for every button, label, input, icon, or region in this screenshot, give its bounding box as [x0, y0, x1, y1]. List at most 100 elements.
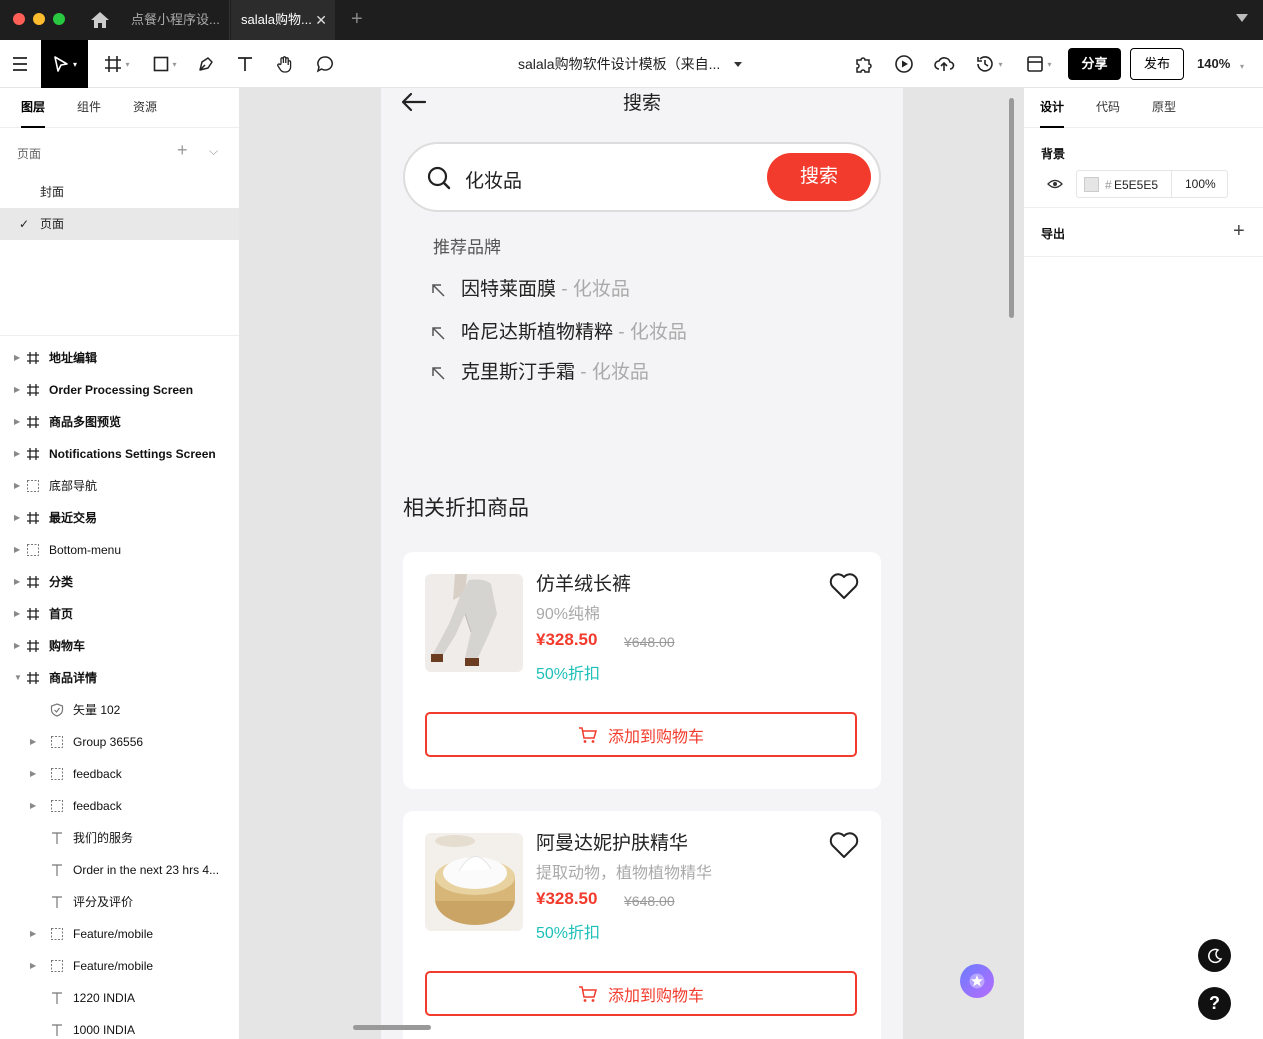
add-to-cart-button[interactable]: 添加到购物车 [425, 712, 857, 757]
recommendation-item[interactable]: 哈尼达斯植物精粹 - 化妆品 [431, 317, 687, 344]
caret-right-icon[interactable]: ▶ [30, 918, 36, 950]
product-image-cream[interactable] [425, 833, 523, 931]
tab-design[interactable]: 设计 [1040, 88, 1065, 128]
caret-right-icon[interactable]: ▶ [14, 534, 20, 566]
move-tool-button[interactable]: ▾ [41, 40, 88, 88]
layer-row[interactable]: ▶ Bottom-menu [0, 534, 239, 566]
caret-right-icon[interactable]: ▶ [30, 790, 36, 822]
page-item-page[interactable]: ✓ 页面 [0, 208, 239, 240]
layout-button[interactable]: ▾ [1022, 40, 1056, 88]
layer-row[interactable]: ▶ Feature/mobile [0, 918, 239, 950]
background-hex-value[interactable]: E5E5E5 [1114, 178, 1158, 192]
layer-row[interactable]: ▶ 首页 [0, 598, 239, 630]
product-image-pants[interactable] [425, 574, 523, 672]
maximize-window-button[interactable] [53, 13, 65, 25]
publish-button[interactable]: 发布 [1130, 48, 1184, 80]
caret-right-icon[interactable]: ▶ [30, 726, 36, 758]
layer-row[interactable]: 评分及评价 [0, 886, 239, 918]
close-tab-icon[interactable]: ✕ [315, 0, 327, 40]
minimize-window-button[interactable] [33, 13, 45, 25]
theme-toggle-button[interactable] [1198, 939, 1231, 972]
layer-row[interactable]: ▼ 商品详情 [0, 662, 239, 694]
layer-row[interactable]: ▶ 分类 [0, 566, 239, 598]
search-bar[interactable]: 化妆品 搜索 [403, 142, 881, 212]
layer-row[interactable]: 1220 INDIA [0, 982, 239, 1014]
layer-row[interactable]: ▶ Order Processing Screen [0, 374, 239, 406]
tab-layers[interactable]: 图层 [21, 88, 46, 128]
history-button[interactable]: ▾ [972, 40, 1006, 88]
document-title[interactable]: salala购物软件设计模板（来自... [518, 40, 720, 88]
layer-row[interactable]: ▶ Notifications Settings Screen [0, 438, 239, 470]
search-button[interactable]: 搜索 [767, 153, 871, 201]
tabs-dropdown-icon[interactable] [1236, 14, 1248, 22]
caret-right-icon[interactable]: ▶ [14, 598, 20, 630]
ai-assistant-button[interactable] [960, 964, 994, 998]
page-item-cover[interactable]: 封面 [0, 176, 239, 208]
layer-row[interactable]: ▶ 底部导航 [0, 470, 239, 502]
add-page-icon[interactable]: + [177, 140, 188, 161]
caret-right-icon[interactable]: ▶ [14, 566, 20, 598]
mobile-frame-search[interactable]: 搜索 化妆品 搜索 推荐品牌 因特莱面膜 - 化妆品 哈尼达斯植物精粹 - 化妆… [381, 88, 903, 1039]
color-swatch[interactable] [1084, 177, 1099, 192]
caret-right-icon[interactable]: ▶ [14, 630, 20, 662]
tab-components[interactable]: 组件 [77, 88, 101, 128]
layer-row[interactable]: ▶ 地址编辑 [0, 342, 239, 374]
present-button[interactable] [892, 40, 916, 88]
layer-row[interactable]: ▶ Feature/mobile [0, 950, 239, 982]
layer-row[interactable]: ▶ 最近交易 [0, 502, 239, 534]
chevron-down-icon[interactable]: ▾ [1240, 62, 1244, 71]
comment-tool-button[interactable] [313, 40, 337, 88]
heart-icon[interactable] [829, 831, 859, 859]
plugins-button[interactable] [852, 40, 876, 88]
home-icon[interactable] [90, 11, 110, 29]
vertical-scrollbar[interactable] [1009, 98, 1014, 318]
layer-row[interactable]: ▶ 商品多图预览 [0, 406, 239, 438]
tab-prototype[interactable]: 原型 [1152, 88, 1176, 128]
layer-row[interactable]: Order in the next 23 hrs 4... [0, 854, 239, 886]
tab-assets[interactable]: 资源 [133, 88, 157, 128]
product-card[interactable]: 阿曼达妮护肤精华 提取动物，植物植物精华 ¥328.50 ¥648.00 50%… [403, 811, 881, 1039]
help-button[interactable]: ? [1198, 987, 1231, 1020]
new-tab-button[interactable]: + [351, 0, 363, 40]
layer-row[interactable]: ▶ 购物车 [0, 630, 239, 662]
tab-dining-miniprogram[interactable]: 点餐小程序设... [121, 0, 230, 40]
eye-icon[interactable] [1047, 179, 1063, 189]
recommendation-item[interactable]: 克里斯汀手霜 - 化妆品 [431, 357, 649, 384]
recommendation-item[interactable]: 因特莱面膜 - 化妆品 [431, 274, 630, 301]
layer-row[interactable]: ▶ feedback [0, 790, 239, 822]
chevron-down-icon[interactable]: ⌵ [209, 144, 218, 159]
layer-row[interactable]: 我们的服务 [0, 822, 239, 854]
layer-row[interactable]: ▶ Group 36556 [0, 726, 239, 758]
heart-icon[interactable] [829, 572, 859, 600]
layer-row[interactable]: ▶ feedback [0, 758, 239, 790]
product-card[interactable]: 仿羊绒长裤 90%纯棉 ¥328.50 ¥648.00 50%折扣 添加到购物车 [403, 552, 881, 789]
text-tool-button[interactable] [233, 40, 257, 88]
close-window-button[interactable] [13, 13, 25, 25]
caret-right-icon[interactable]: ▶ [14, 438, 20, 470]
caret-right-icon[interactable]: ▶ [30, 758, 36, 790]
search-input[interactable]: 化妆品 [465, 166, 522, 193]
caret-right-icon[interactable]: ▶ [14, 374, 20, 406]
caret-down-icon[interactable]: ▼ [14, 662, 22, 694]
share-button[interactable]: 分享 [1068, 48, 1121, 80]
horizontal-scrollbar[interactable] [353, 1025, 431, 1030]
caret-right-icon[interactable]: ▶ [30, 950, 36, 982]
hand-tool-button[interactable] [273, 40, 297, 88]
main-menu-button[interactable] [0, 40, 40, 88]
layer-row[interactable]: 矢量 102 [0, 694, 239, 726]
chevron-down-icon[interactable] [734, 62, 742, 67]
pen-tool-button[interactable] [194, 40, 218, 88]
shape-tool-button[interactable]: ▾ [148, 40, 182, 88]
caret-right-icon[interactable]: ▶ [14, 342, 20, 374]
add-export-icon[interactable]: + [1233, 220, 1245, 243]
zoom-level[interactable]: 140% [1197, 40, 1230, 88]
background-opacity[interactable]: 100% [1171, 171, 1216, 197]
background-color-field[interactable]: # E5E5E5 100% [1076, 170, 1228, 198]
upload-button[interactable] [932, 40, 956, 88]
caret-right-icon[interactable]: ▶ [14, 502, 20, 534]
caret-right-icon[interactable]: ▶ [14, 470, 20, 502]
tab-code[interactable]: 代码 [1096, 88, 1120, 128]
design-canvas[interactable]: 搜索 化妆品 搜索 推荐品牌 因特莱面膜 - 化妆品 哈尼达斯植物精粹 - 化妆… [241, 88, 1022, 1039]
tab-salala-shopping[interactable]: salala购物... ✕ [231, 0, 335, 40]
add-to-cart-button[interactable]: 添加到购物车 [425, 971, 857, 1016]
